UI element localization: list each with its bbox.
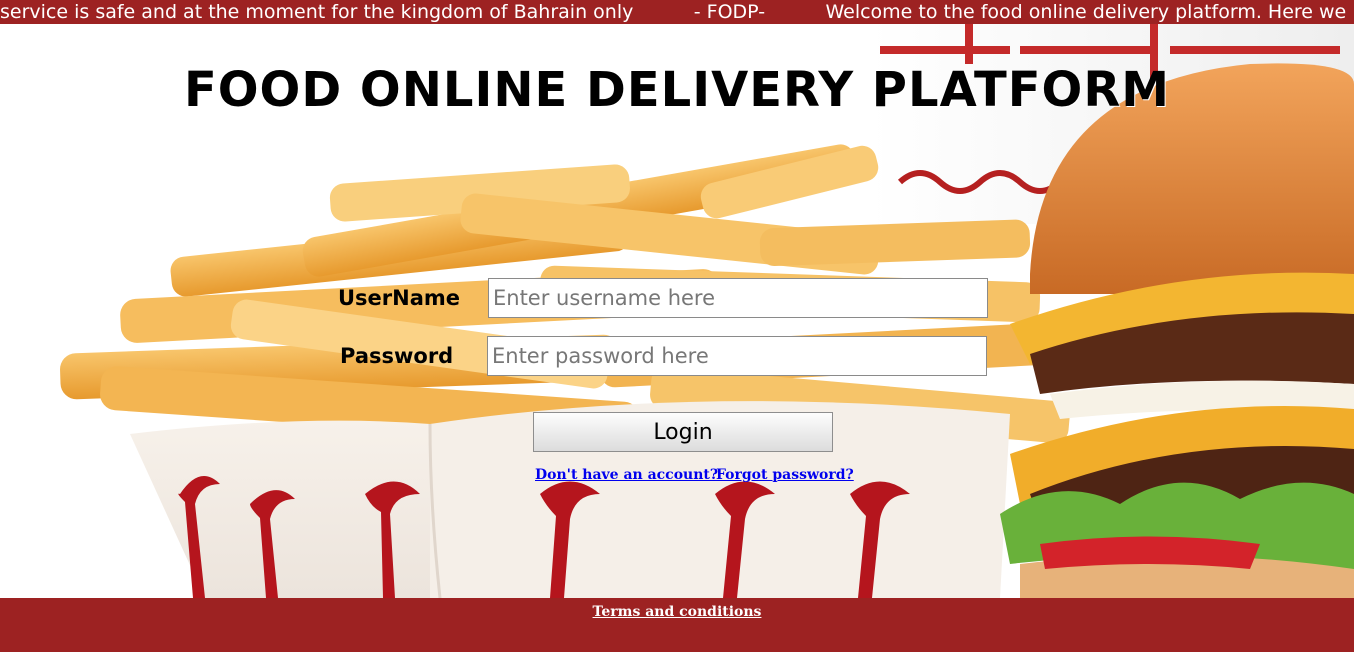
- password-label: Password: [340, 344, 454, 368]
- footer: Terms and conditions: [0, 598, 1354, 652]
- marquee-bar: service is safe and at the moment for th…: [0, 0, 1354, 24]
- password-input[interactable]: [487, 336, 987, 376]
- username-label: UserName: [338, 286, 461, 310]
- login-button[interactable]: Login: [533, 412, 833, 452]
- terms-link[interactable]: Terms and conditions: [0, 604, 1354, 620]
- signup-link[interactable]: Don't have an account?: [535, 467, 718, 483]
- page: service is safe and at the moment for th…: [0, 0, 1354, 652]
- page-title: FOOD ONLINE DELIVERY PLATFORM: [183, 62, 1171, 118]
- forgot-password-link[interactable]: Forgot password?: [716, 467, 854, 483]
- username-input[interactable]: [488, 278, 988, 318]
- marquee-text: service is safe and at the moment for th…: [0, 1, 1347, 23]
